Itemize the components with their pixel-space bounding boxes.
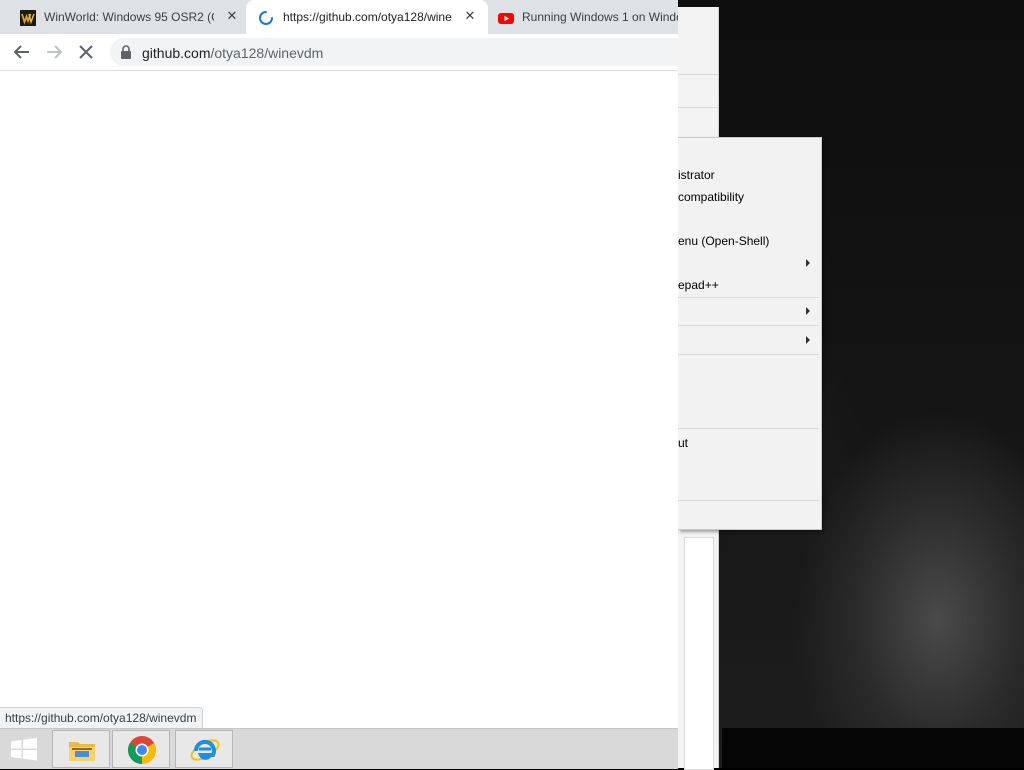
- menu-separator: [678, 297, 819, 298]
- menu-separator: [678, 354, 819, 355]
- tab-winworld[interactable]: WinWorld: Windows 95 OSR2 (C ✕: [0, 0, 246, 34]
- page-content: [0, 71, 678, 728]
- tab-strip: WinWorld: Windows 95 OSR2 (C ✕ https://g…: [0, 0, 678, 34]
- chrome-window: WinWorld: Windows 95 OSR2 (C ✕ https://g…: [0, 0, 678, 728]
- submenu-arrow-icon: [806, 307, 810, 315]
- menu-item-pin-to-start-menu[interactable]: enu (Open-Shell): [678, 230, 821, 252]
- tab-title: https://github.com/otya128/wine: [283, 10, 452, 24]
- menu-item-run-as-administrator[interactable]: istrator: [678, 164, 821, 186]
- submenu-arrow-icon: [806, 336, 810, 344]
- tab-github-winevdm[interactable]: https://github.com/otya128/wine ✕: [246, 0, 488, 34]
- youtube-icon: [498, 13, 514, 24]
- lock-icon: [121, 45, 131, 59]
- menu-item-edit-with-notepad-plus-plus[interactable]: epad++: [678, 274, 821, 296]
- browser-toolbar: github.com/otya128/winevdm: [0, 34, 678, 71]
- url-text: github.com/otya128/winevdm: [142, 45, 324, 61]
- menu-item-submenu-2[interactable]: [678, 300, 821, 322]
- close-icon[interactable]: ✕: [224, 8, 240, 24]
- menu-separator: [678, 325, 819, 326]
- tab-title: WinWorld: Windows 95 OSR2 (C: [44, 10, 214, 24]
- address-bar[interactable]: github.com/otya128/winevdm: [110, 38, 678, 66]
- menu-item-troubleshoot-compatibility[interactable]: compatibility: [678, 186, 821, 208]
- file-explorer-icon: [69, 742, 95, 761]
- context-menu: istrator compatibility enu (Open-Shell) …: [678, 137, 822, 530]
- taskbar-app-chrome[interactable]: [112, 730, 170, 768]
- forward-arrow-icon[interactable]: [42, 40, 66, 64]
- menu-item-cut[interactable]: ut: [678, 432, 821, 454]
- loading-spinner-icon: [259, 11, 273, 25]
- submenu-arrow-icon: [806, 259, 810, 267]
- taskbar: [0, 728, 678, 769]
- taskbar-app-internet-explorer[interactable]: [175, 730, 233, 768]
- back-arrow-icon[interactable]: [10, 40, 34, 64]
- internet-explorer-icon: [190, 739, 220, 761]
- menu-separator: [678, 428, 819, 429]
- menu-separator: [678, 500, 819, 501]
- status-url-bubble: https://github.com/otya128/winevdm: [0, 707, 204, 728]
- menu-item-submenu-3[interactable]: [678, 329, 821, 351]
- tab-title: Running Windows 1 on Windo: [522, 10, 678, 24]
- taskbar-app-file-explorer[interactable]: [52, 730, 110, 768]
- winworld-logo-icon: [20, 10, 36, 26]
- chrome-icon: [128, 736, 156, 764]
- tab-youtube[interactable]: Running Windows 1 on Windo: [488, 0, 678, 34]
- close-icon[interactable]: ✕: [462, 8, 478, 24]
- desktop-bottom-area: [722, 728, 1024, 768]
- stop-x-icon[interactable]: [74, 40, 98, 64]
- menu-item-submenu-1[interactable]: [678, 252, 821, 274]
- windows-logo-icon[interactable]: [0, 729, 48, 769]
